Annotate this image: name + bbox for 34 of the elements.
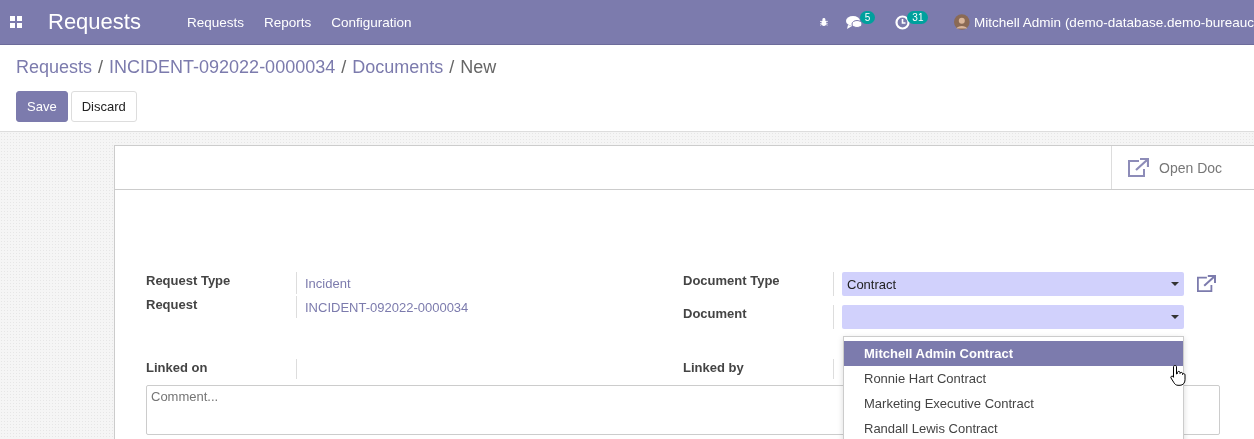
menu-item[interactable]: Reports bbox=[264, 14, 312, 30]
breadcrumb-link[interactable]: INCIDENT-092022-0000034 bbox=[109, 57, 336, 80]
breadcrumb-link[interactable]: Documents bbox=[352, 57, 444, 80]
chat-icon[interactable] bbox=[845, 15, 863, 29]
field-value[interactable]: Incident bbox=[296, 272, 351, 294]
activity-count-badge: 31 bbox=[907, 11, 929, 24]
field-label: Document Type bbox=[683, 272, 781, 288]
field-label: Document bbox=[683, 305, 748, 321]
field-label: Linked on bbox=[146, 359, 209, 375]
field-label: Linked by bbox=[683, 359, 745, 375]
clock-icon[interactable] bbox=[895, 14, 911, 30]
menu-item[interactable]: Requests bbox=[186, 14, 244, 30]
select-field[interactable] bbox=[842, 305, 1184, 329]
app-title[interactable]: Requests bbox=[48, 9, 141, 35]
discard-button[interactable]: Discard bbox=[70, 91, 137, 122]
dropdown-option[interactable]: Mitchell Admin Contract bbox=[844, 341, 1183, 366]
field-value[interactable]: INCIDENT-092022-0000034 bbox=[296, 296, 469, 318]
external-link-icon[interactable] bbox=[1196, 275, 1216, 293]
breadcrumb-separator: / bbox=[449, 57, 455, 79]
select-field[interactable]: Contract bbox=[842, 272, 1184, 296]
breadcrumb-separator: / bbox=[98, 57, 104, 79]
save-button[interactable]: Save bbox=[16, 91, 68, 122]
breadcrumb-separator: / bbox=[341, 57, 347, 79]
field-label: Request bbox=[146, 296, 199, 312]
menu-item[interactable]: Configuration bbox=[331, 14, 412, 30]
bug-icon[interactable] bbox=[820, 15, 828, 29]
message-count-badge: 5 bbox=[859, 11, 876, 24]
user-name[interactable]: Mitchell Admin (demo-database.demo-bureauc bbox=[974, 14, 1254, 30]
external-link-icon bbox=[1127, 157, 1149, 178]
dropdown-option[interactable]: Marketing Executive Contract bbox=[844, 391, 1183, 416]
breadcrumb-link[interactable]: Requests bbox=[16, 57, 93, 80]
breadcrumb-current: New bbox=[460, 57, 497, 79]
apps-menu-icon[interactable] bbox=[10, 16, 22, 28]
field-label: Request Type bbox=[146, 272, 232, 288]
